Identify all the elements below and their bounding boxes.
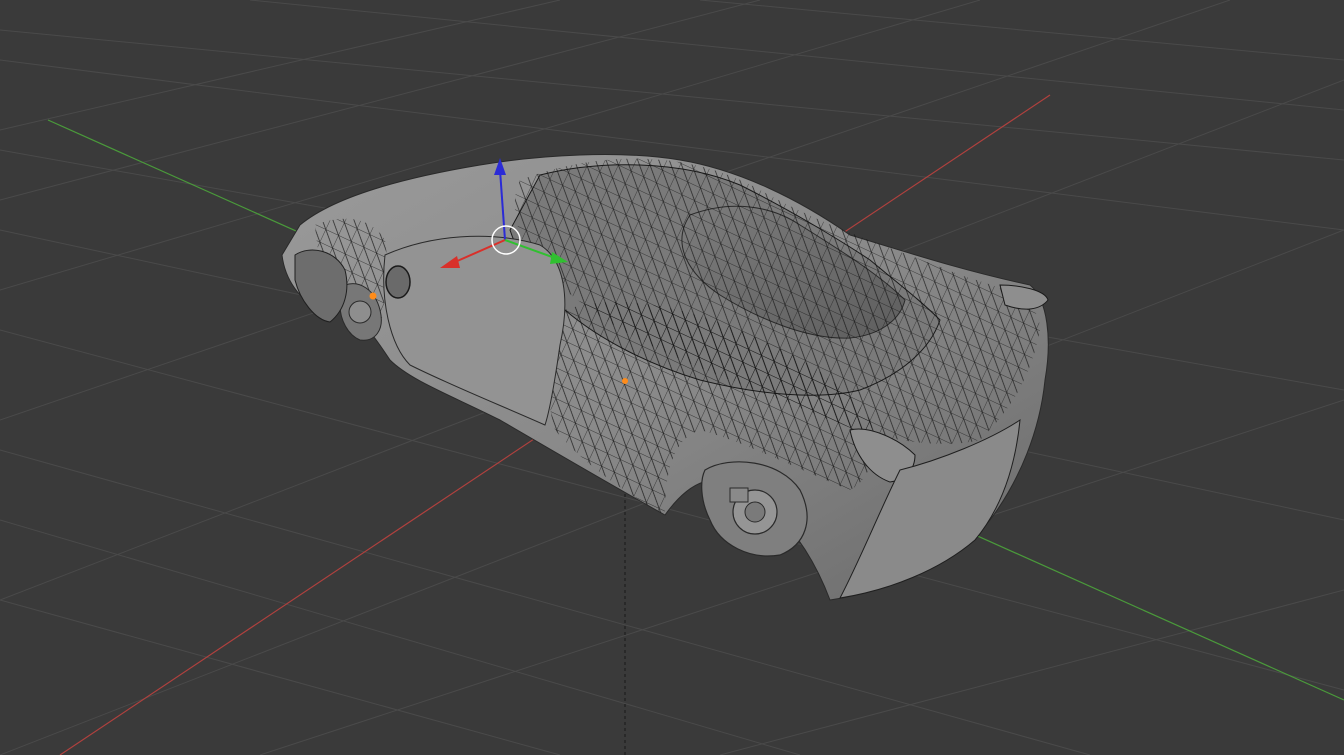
3d-viewport[interactable] <box>0 0 1344 755</box>
side-mirror <box>385 265 411 299</box>
viewport-canvas[interactable] <box>0 0 1344 755</box>
origin-dot-icon[interactable] <box>369 292 377 300</box>
tail-light-right <box>999 284 1049 310</box>
origin-dot-icon[interactable] <box>622 378 628 384</box>
front-wheel-arch <box>294 249 348 323</box>
car-model[interactable] <box>281 154 1049 601</box>
